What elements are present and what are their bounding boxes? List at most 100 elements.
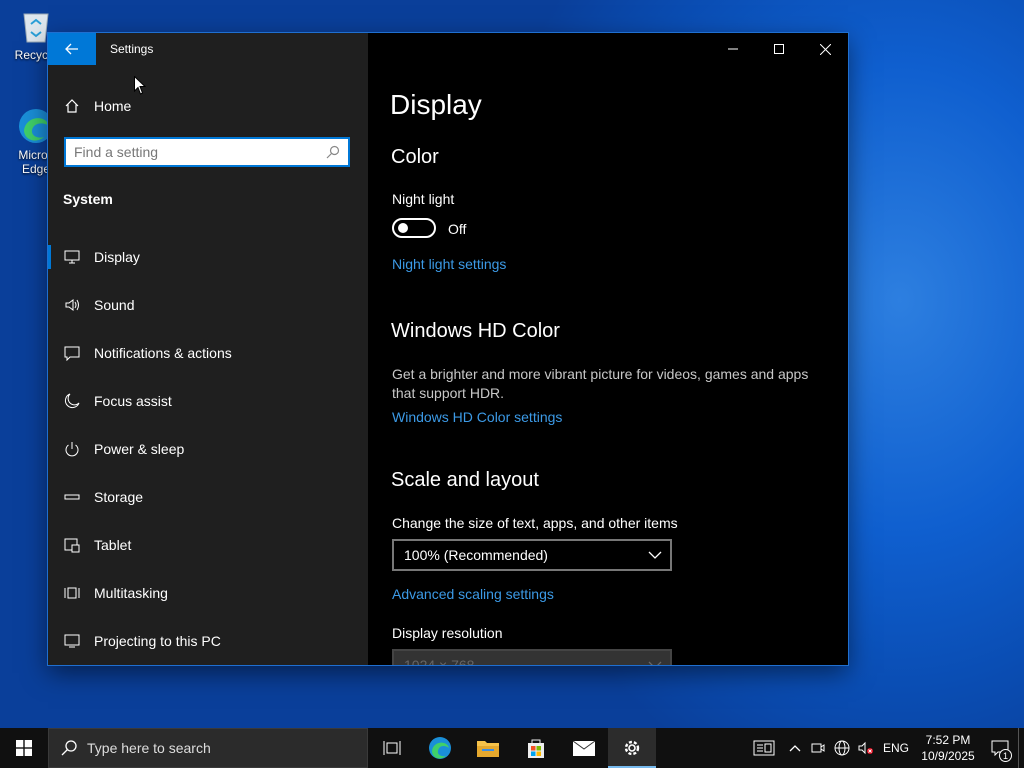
sidebar-item-label: Multitasking <box>94 585 168 601</box>
globe-icon <box>834 740 850 756</box>
power-icon <box>64 441 80 457</box>
projecting-icon <box>64 633 80 649</box>
sidebar-item-multitasking[interactable]: Multitasking <box>48 569 368 617</box>
file-explorer-icon <box>477 741 499 757</box>
back-button[interactable] <box>48 33 96 65</box>
display-resolution-label: Display resolution <box>392 625 503 641</box>
window-controls <box>710 33 848 65</box>
mouse-cursor-icon <box>134 76 146 95</box>
edge-taskbar-button[interactable] <box>416 728 464 768</box>
chevron-up-icon <box>789 745 801 752</box>
scale-layout-heading: Scale and layout <box>391 469 539 491</box>
show-desktop-button[interactable] <box>1018 728 1024 768</box>
chevron-down-icon <box>648 551 662 559</box>
windows-logo-icon <box>16 740 32 756</box>
notification-icon <box>64 345 80 361</box>
advanced-scaling-link[interactable]: Advanced scaling settings <box>392 586 554 602</box>
toggle-knob <box>398 223 408 233</box>
maximize-icon <box>774 44 784 54</box>
scale-dropdown-value: 100% (Recommended) <box>404 547 548 563</box>
tablet-icon <box>64 537 80 553</box>
task-view-button[interactable] <box>368 728 416 768</box>
resolution-dropdown[interactable]: 1024 × 768 <box>392 649 672 665</box>
sidebar-item-label: Tablet <box>94 537 132 553</box>
taskbar-search-placeholder: Type here to search <box>87 740 211 756</box>
clock[interactable]: 7:52 PM 10/9/2025 <box>914 728 982 768</box>
sidebar-item-focus-assist[interactable]: Focus assist <box>48 377 368 425</box>
taskbar: Type here to search ENG 7:52 PM 10/9/202… <box>0 728 1024 768</box>
sidebar-item-label: Storage <box>94 489 144 505</box>
settings-sidebar: Settings Home System Display Sound Notif… <box>48 33 368 665</box>
minimize-icon <box>728 48 738 50</box>
store-button[interactable] <box>512 728 560 768</box>
settings-main-pane: Display Color Night light Off Night ligh… <box>368 33 848 665</box>
hd-color-settings-link[interactable]: Windows HD Color settings <box>392 409 562 425</box>
scale-dropdown[interactable]: 100% (Recommended) <box>392 539 672 571</box>
notification-count-badge: 1 <box>999 749 1012 762</box>
sidebar-item-storage[interactable]: Storage <box>48 473 368 521</box>
news-icon <box>753 740 775 756</box>
settings-icon <box>624 740 640 756</box>
chevron-down-icon <box>648 661 662 665</box>
back-arrow-icon <box>65 43 78 55</box>
system-tray: ENG 7:52 PM 10/9/2025 1 <box>744 728 1024 768</box>
task-view-icon <box>383 741 401 755</box>
sidebar-item-power-sleep[interactable]: Power & sleep <box>48 425 368 473</box>
mail-button[interactable] <box>560 728 608 768</box>
sidebar-item-sound[interactable]: Sound <box>48 281 368 329</box>
sidebar-item-notifications[interactable]: Notifications & actions <box>48 329 368 377</box>
sidebar-item-label: Projecting to this PC <box>94 633 221 649</box>
storage-icon <box>64 489 80 505</box>
night-light-settings-link[interactable]: Night light settings <box>392 256 506 272</box>
minimize-button[interactable] <box>710 33 756 65</box>
store-icon <box>528 739 544 758</box>
resolution-dropdown-value: 1024 × 768 <box>404 657 475 665</box>
hd-color-heading: Windows HD Color <box>391 320 560 342</box>
show-hidden-icons-button[interactable] <box>784 728 806 768</box>
home-icon <box>65 99 79 113</box>
close-icon <box>819 43 831 55</box>
search-icon[interactable] <box>326 145 340 159</box>
window-title: Settings <box>110 42 154 56</box>
home-nav-item[interactable]: Home <box>64 95 131 117</box>
monitor-icon <box>64 249 80 265</box>
clock-date: 10/9/2025 <box>921 749 975 763</box>
sidebar-item-label: Display <box>94 249 140 265</box>
scale-size-label: Change the size of text, apps, and other… <box>392 515 678 531</box>
settings-taskbar-button[interactable] <box>608 728 656 768</box>
start-button[interactable] <box>0 728 48 768</box>
multitasking-icon <box>64 585 80 601</box>
volume-button[interactable] <box>854 728 878 768</box>
settings-window: Settings Home System Display Sound Notif… <box>48 33 848 665</box>
sidebar-item-label: Notifications & actions <box>94 345 232 361</box>
sidebar-item-projecting[interactable]: Projecting to this PC <box>48 617 368 665</box>
settings-search-input[interactable] <box>74 144 326 160</box>
home-label: Home <box>94 98 132 114</box>
network-button[interactable] <box>830 728 854 768</box>
color-heading: Color <box>391 146 439 168</box>
moon-icon <box>64 393 80 409</box>
edge-icon <box>429 737 451 759</box>
page-title: Display <box>390 89 482 120</box>
sidebar-item-label: Focus assist <box>94 393 172 409</box>
section-label-system: System <box>63 191 113 207</box>
sidebar-item-display[interactable]: Display <box>48 233 368 281</box>
meet-now-icon <box>811 743 825 753</box>
sidebar-item-tablet[interactable]: Tablet <box>48 521 368 569</box>
sidebar-item-label: Power & sleep <box>94 441 185 457</box>
speaker-icon <box>64 297 80 313</box>
maximize-button[interactable] <box>756 33 802 65</box>
mail-icon <box>572 740 596 756</box>
taskbar-search-box[interactable]: Type here to search <box>48 728 368 768</box>
news-button[interactable] <box>744 728 784 768</box>
action-center-button[interactable]: 1 <box>982 728 1018 768</box>
input-language-indicator[interactable]: ENG <box>878 728 914 768</box>
night-light-toggle[interactable] <box>392 218 436 238</box>
file-explorer-button[interactable] <box>464 728 512 768</box>
settings-search-box[interactable] <box>64 137 350 167</box>
meet-now-button[interactable] <box>806 728 830 768</box>
close-button[interactable] <box>802 33 848 65</box>
search-icon <box>61 740 77 756</box>
clock-time: 7:52 PM <box>925 733 971 747</box>
night-light-label: Night light <box>392 191 455 207</box>
